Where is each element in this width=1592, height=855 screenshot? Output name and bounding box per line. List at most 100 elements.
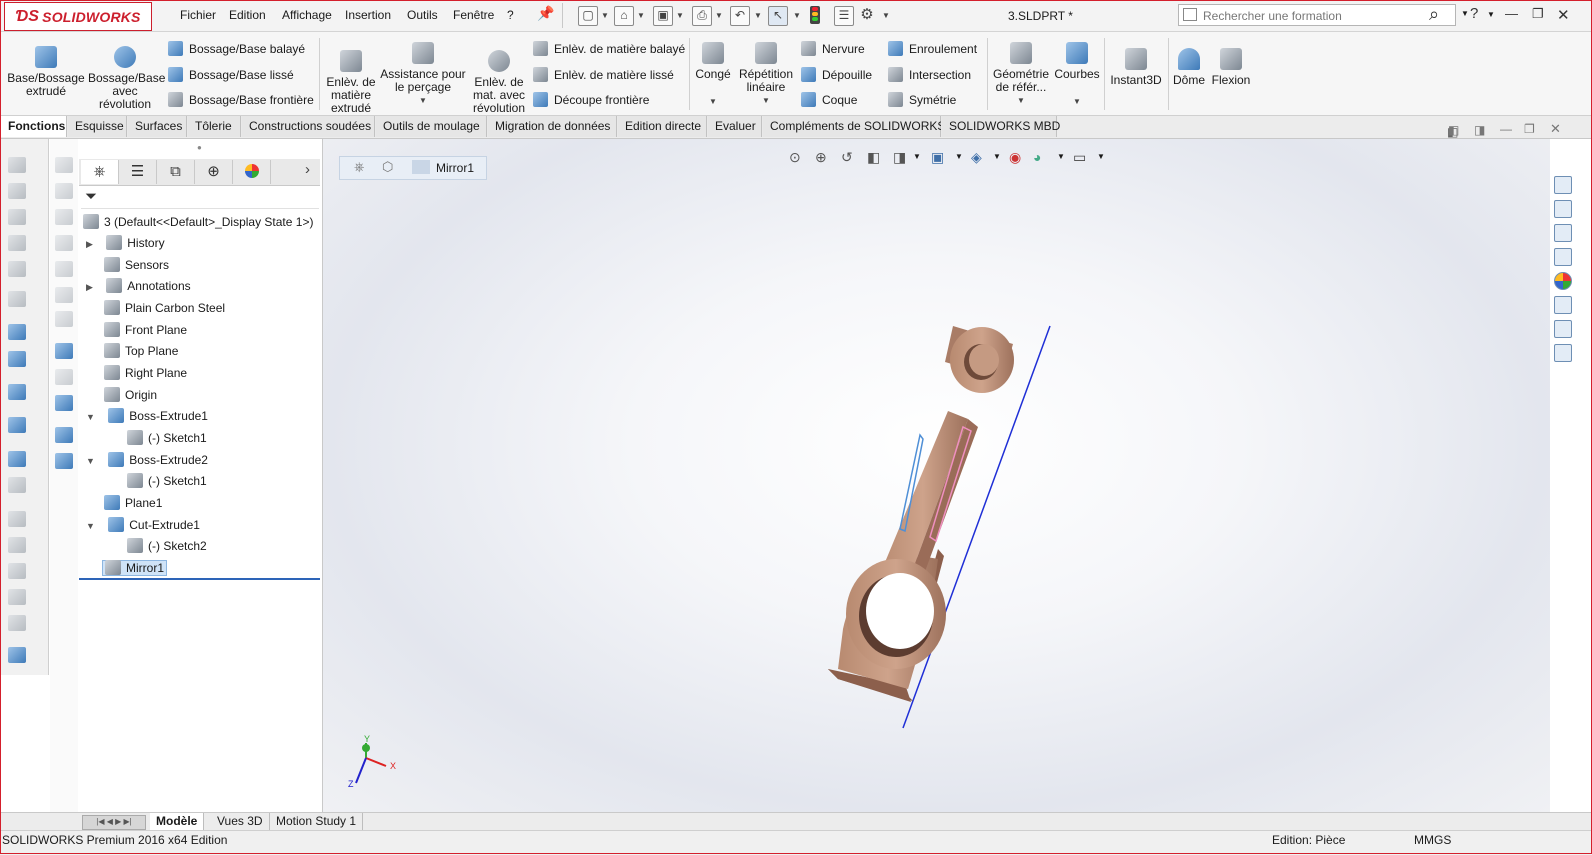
restore-icon[interactable]: ❐ bbox=[1532, 6, 1544, 22]
tree-item-boss-extrude1[interactable]: ▼ Boss-Extrude1 bbox=[86, 406, 208, 428]
tree-item-origin[interactable]: Origin bbox=[104, 385, 157, 406]
sketch-tool-icon[interactable] bbox=[8, 157, 26, 173]
minimize-icon[interactable]: — bbox=[1505, 6, 1518, 21]
search-icon[interactable]: ⌕ bbox=[1429, 4, 1439, 25]
menu-outils[interactable]: Outils bbox=[407, 8, 438, 22]
design-library-icon[interactable] bbox=[1554, 224, 1572, 242]
expand-arrow-icon[interactable]: ▶ bbox=[86, 282, 93, 292]
flex-button[interactable]: Flexion bbox=[1210, 48, 1252, 87]
search-input[interactable]: Rechercher une formation bbox=[1203, 9, 1342, 23]
menu-insertion[interactable]: Insertion bbox=[345, 8, 391, 22]
tab-outils-de-moulage[interactable]: Outils de moulage bbox=[375, 116, 487, 137]
new-document-icon[interactable]: ▢ bbox=[578, 6, 598, 26]
chevron-down-icon[interactable]: ▼ bbox=[1054, 95, 1100, 108]
tab-migration-de-donnees[interactable]: Migration de données bbox=[487, 116, 617, 137]
save-icon[interactable]: ▣ bbox=[653, 6, 673, 26]
tree-item-annotations[interactable]: ▶ Annotations bbox=[86, 276, 191, 298]
tree-item-sketch1-b[interactable]: (-) Sketch1 bbox=[127, 471, 207, 492]
menu-fichier[interactable]: Fichier bbox=[180, 8, 216, 22]
tree-item-right-plane[interactable]: Right Plane bbox=[104, 363, 187, 384]
cut-sweep-button[interactable]: Enlèv. de matière balayé bbox=[533, 41, 685, 56]
line-tool-icon[interactable] bbox=[8, 183, 26, 199]
chevron-down-icon[interactable]: ▼ bbox=[1461, 9, 1469, 18]
chevron-down-icon[interactable]: ▼ bbox=[637, 11, 645, 20]
tree-item-mirror1[interactable]: Mirror1 bbox=[102, 558, 167, 579]
rib-button[interactable]: Nervure bbox=[801, 41, 865, 56]
mirror-button[interactable]: Symétrie bbox=[888, 92, 956, 107]
view-palette-icon[interactable] bbox=[1554, 320, 1572, 338]
sweep-button[interactable]: Bossage/Base balayé bbox=[168, 41, 305, 56]
tree-item-plane1[interactable]: Plane1 bbox=[104, 493, 162, 514]
smart-dimension-icon[interactable] bbox=[8, 384, 26, 400]
wrap-button[interactable]: Enroulement bbox=[888, 41, 977, 56]
arc-tool-icon[interactable] bbox=[8, 261, 26, 277]
hole-wizard-button[interactable]: Assistance pour le perçage ▼ bbox=[380, 42, 466, 107]
units-selector[interactable]: MMGS bbox=[1414, 833, 1451, 847]
display-view-icon[interactable] bbox=[55, 395, 73, 411]
tab-motion-study-1[interactable]: Motion Study 1 bbox=[270, 813, 364, 830]
tab-modele[interactable]: Modèle bbox=[150, 813, 205, 830]
file-properties-icon[interactable]: ☰ bbox=[834, 6, 854, 26]
file-explorer-icon[interactable] bbox=[1554, 248, 1572, 266]
chevron-down-icon[interactable]: ▼ bbox=[992, 94, 1050, 107]
filter-icon[interactable]: ⏷ bbox=[85, 188, 97, 205]
cut-extrude-button[interactable]: Enlèv. de matière extrudé bbox=[325, 50, 377, 115]
chevron-down-icon[interactable]: ▼ bbox=[694, 95, 732, 108]
displaymanager-tab-icon[interactable] bbox=[233, 160, 271, 184]
tree-root[interactable]: 3 (Default<<Default>_Display State 1>) bbox=[83, 212, 313, 233]
shell-button[interactable]: Coque bbox=[801, 92, 857, 107]
tab-evaluer[interactable]: Evaluer bbox=[707, 116, 762, 137]
tree-item-front-plane[interactable]: Front Plane bbox=[104, 320, 187, 341]
view-tool-icon[interactable] bbox=[55, 183, 73, 199]
collapse-arrow-icon[interactable]: ▼ bbox=[86, 456, 95, 466]
rebuild-traffic-light-icon[interactable] bbox=[810, 6, 820, 24]
tab-edition-directe[interactable]: Edition directe bbox=[617, 116, 707, 137]
tree-item-top-plane[interactable]: Top Plane bbox=[104, 341, 178, 362]
solidworks-logo[interactable]: ƊS SOLIDWORKS bbox=[4, 2, 152, 31]
tab-solidworks-mbd[interactable]: SOLIDWORKS MBD bbox=[941, 116, 1060, 137]
boundary-cut-button[interactable]: Découpe frontière bbox=[533, 92, 649, 107]
cut-revolve-button[interactable]: Enlèv. de mat. avec révolution bbox=[470, 50, 528, 115]
tab-surfaces[interactable]: Surfaces bbox=[127, 116, 187, 137]
menu-help[interactable]: ? bbox=[507, 8, 514, 22]
box-view-icon[interactable] bbox=[55, 427, 73, 443]
view-tool-icon[interactable] bbox=[55, 261, 73, 277]
linear-pattern-button[interactable]: Répétition linéaire ▼ bbox=[736, 42, 796, 107]
tile-right-icon[interactable]: ◨ bbox=[1474, 123, 1485, 137]
tile-left-icon[interactable]: ◧ bbox=[1448, 123, 1459, 137]
search-box[interactable]: Rechercher une formation ⌕ bbox=[1178, 4, 1456, 26]
view-tool-icon[interactable] bbox=[55, 235, 73, 251]
help-icon[interactable]: ? bbox=[1470, 5, 1478, 22]
measure-tool-icon[interactable] bbox=[8, 647, 26, 663]
relations-tool-icon[interactable] bbox=[8, 477, 26, 493]
select-pointer-icon[interactable]: ↖ bbox=[768, 6, 788, 26]
view-tool-icon[interactable] bbox=[55, 209, 73, 225]
configurationmanager-tab-icon[interactable]: ⧉ bbox=[157, 160, 195, 184]
appearances-icon[interactable] bbox=[1554, 272, 1572, 290]
propertymanager-tab-icon[interactable]: ☰ bbox=[119, 160, 157, 184]
circle-tool-icon[interactable] bbox=[8, 235, 26, 251]
collapse-arrow-icon[interactable]: ▼ bbox=[86, 412, 95, 422]
view-tool-icon[interactable] bbox=[55, 369, 73, 385]
chevron-down-icon[interactable]: ▼ bbox=[1487, 10, 1495, 19]
tab-tolerie[interactable]: Tôlerie bbox=[187, 116, 241, 137]
chevron-down-icon[interactable]: ▼ bbox=[793, 11, 801, 20]
rectangle-tool-icon[interactable] bbox=[8, 209, 26, 225]
view-tool-icon[interactable] bbox=[55, 311, 73, 327]
print-icon[interactable]: ⎙ bbox=[692, 6, 712, 26]
chevron-down-icon[interactable]: ▼ bbox=[601, 11, 609, 20]
revolve-button[interactable]: Bossage/Base avec révolution bbox=[88, 46, 165, 111]
chevron-right-icon[interactable]: › bbox=[305, 161, 310, 178]
undo-icon[interactable]: ↶ bbox=[730, 6, 750, 26]
boundary-boss-button[interactable]: Bossage/Base frontière bbox=[168, 92, 314, 107]
doc-minimize-icon[interactable]: — bbox=[1500, 122, 1512, 136]
model-view[interactable] bbox=[323, 139, 1550, 814]
menu-affichage[interactable]: Affichage bbox=[282, 8, 332, 22]
mirror-entities-icon[interactable] bbox=[8, 511, 26, 527]
collapse-arrow-icon[interactable]: ▼ bbox=[86, 521, 95, 531]
doc-restore-icon[interactable]: ❐ bbox=[1524, 122, 1535, 136]
expand-arrow-icon[interactable]: ▶ bbox=[86, 239, 93, 249]
gear-icon[interactable]: ⚙ bbox=[858, 6, 876, 24]
doc-close-icon[interactable]: ✕ bbox=[1550, 121, 1561, 137]
custom-properties-icon[interactable] bbox=[1554, 296, 1572, 314]
